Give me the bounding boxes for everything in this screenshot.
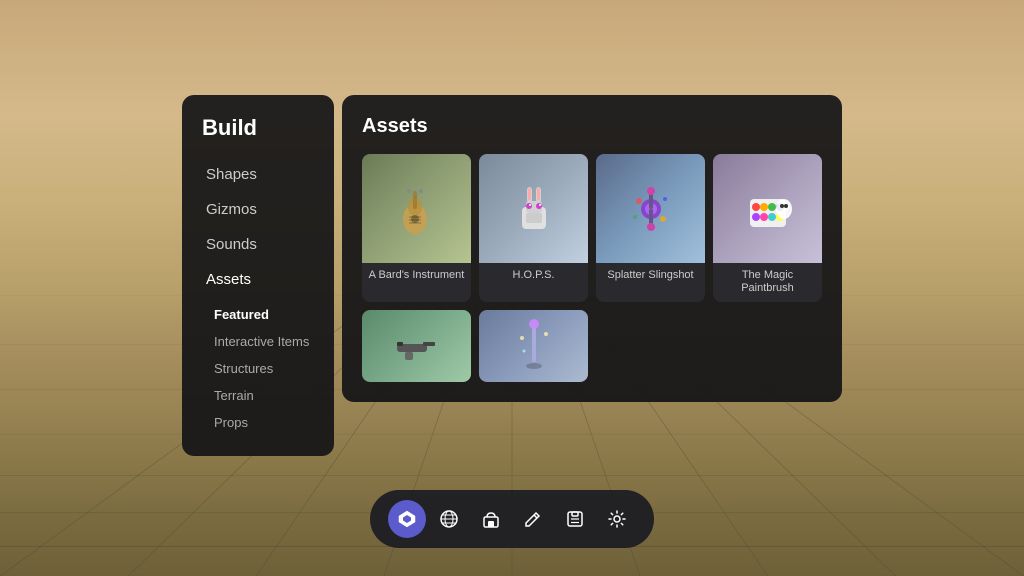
sidebar-item-shapes[interactable]: Shapes <box>186 157 330 192</box>
globe-icon <box>439 509 459 529</box>
sidebar-sub-featured[interactable]: Featured <box>186 301 330 328</box>
asset-label-bards-instrument: A Bard's Instrument <box>362 263 471 289</box>
settings-icon <box>607 509 627 529</box>
sidebar-sub-interactive-items[interactable]: Interactive Items <box>186 328 330 355</box>
asset-thumbnail-row2-item2 <box>479 310 588 382</box>
asset-card-bards-instrument[interactable]: A Bard's Instrument <box>362 154 471 302</box>
asset-thumbnail-row2-item1 <box>362 310 471 382</box>
store-icon <box>481 509 501 529</box>
assets-grid-row2 <box>362 310 822 382</box>
asset-label-splatter-slingshot: Splatter Slingshot <box>596 263 705 289</box>
toolbar-store-button[interactable] <box>472 500 510 538</box>
toolbar <box>370 490 654 548</box>
sidebar-sub-structures[interactable]: Structures <box>186 355 330 382</box>
inventory-icon <box>565 509 585 529</box>
sidebar-submenu: Featured Interactive Items Structures Te… <box>182 301 334 436</box>
asset-card-hops[interactable]: H.O.P.S. <box>479 154 588 302</box>
asset-card-splatter-slingshot[interactable]: Splatter Slingshot <box>596 154 705 302</box>
toolbar-build-button[interactable] <box>388 500 426 538</box>
assets-panel-title: Assets <box>362 115 822 138</box>
build-icon <box>397 509 417 529</box>
asset-thumbnail-bards-instrument <box>362 154 471 263</box>
asset-thumbnail-magic-paintbrush <box>713 154 822 263</box>
sidebar-title: Build <box>182 115 334 157</box>
toolbar-edit-button[interactable] <box>514 500 552 538</box>
toolbar-settings-button[interactable] <box>598 500 636 538</box>
assets-grid-row1: A Bard's Instrument <box>362 154 822 302</box>
asset-label-magic-paintbrush: The Magic Paintbrush <box>713 263 822 302</box>
sidebar: Build Shapes Gizmos Sounds Assets Featur… <box>182 95 334 456</box>
asset-card-row2-item1[interactable] <box>362 310 471 382</box>
sidebar-sub-terrain[interactable]: Terrain <box>186 382 330 409</box>
assets-panel: Assets <box>342 95 842 402</box>
edit-icon <box>523 509 543 529</box>
asset-card-row2-item2[interactable] <box>479 310 588 382</box>
asset-label-hops: H.O.P.S. <box>479 263 588 289</box>
toolbar-world-button[interactable] <box>430 500 468 538</box>
asset-thumbnail-hops <box>479 154 588 263</box>
asset-card-magic-paintbrush[interactable]: The Magic Paintbrush <box>713 154 822 302</box>
asset-thumbnail-splatter-slingshot <box>596 154 705 263</box>
sidebar-sub-props[interactable]: Props <box>186 409 330 436</box>
sidebar-item-gizmos[interactable]: Gizmos <box>186 192 330 227</box>
sidebar-item-assets[interactable]: Assets <box>186 262 330 297</box>
toolbar-inventory-button[interactable] <box>556 500 594 538</box>
sidebar-item-sounds[interactable]: Sounds <box>186 227 330 262</box>
